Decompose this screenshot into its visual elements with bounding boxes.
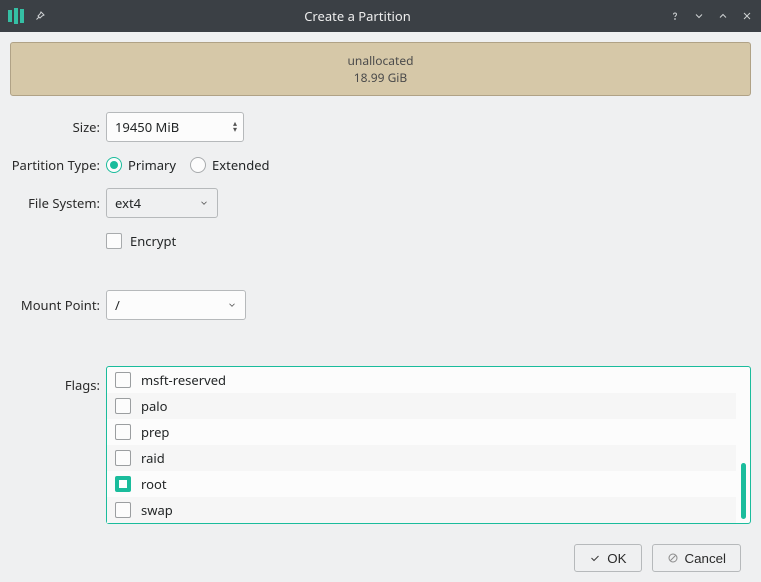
- filesystem-label: File System:: [10, 194, 106, 212]
- disk-bar: unallocated 18.99 GiB: [10, 42, 751, 96]
- checkbox-box-icon: [115, 450, 131, 466]
- primary-radio[interactable]: Primary: [106, 156, 176, 174]
- chevron-up-icon[interactable]: [717, 10, 729, 22]
- chevron-down-icon: [199, 198, 209, 208]
- scrollbar[interactable]: [736, 367, 750, 523]
- size-spinbox[interactable]: 19450 MiB ▴▾: [106, 112, 244, 142]
- radio-dot-icon: [190, 157, 206, 173]
- flag-item-label: root: [141, 475, 167, 493]
- chevron-down-icon: [227, 300, 237, 310]
- filesystem-combo[interactable]: ext4: [106, 188, 218, 218]
- checkbox-box-icon: [115, 398, 131, 414]
- radio-dot-icon: [106, 157, 122, 173]
- encrypt-checkbox[interactable]: Encrypt: [106, 232, 176, 250]
- flag-item-label: prep: [141, 423, 169, 441]
- checkbox-box-icon: [115, 476, 131, 492]
- flag-item-prep[interactable]: prep: [107, 419, 736, 445]
- scrollbar-thumb[interactable]: [741, 463, 746, 519]
- partition-type-label: Partition Type:: [10, 156, 106, 174]
- check-icon: [589, 552, 601, 564]
- flag-item-msft-reserved[interactable]: msft-reserved: [107, 367, 736, 393]
- help-icon[interactable]: [669, 10, 681, 22]
- size-label: Size:: [10, 118, 106, 136]
- flags-panel: msft-reserved palo prep raid root swap: [106, 366, 751, 524]
- flag-item-label: swap: [141, 501, 173, 519]
- spin-arrows-icon[interactable]: ▴▾: [233, 121, 237, 133]
- cancel-icon: [667, 552, 679, 564]
- filesystem-value: ext4: [115, 194, 141, 212]
- checkbox-box-icon: [115, 372, 131, 388]
- extended-radio[interactable]: Extended: [190, 156, 270, 174]
- cancel-button[interactable]: Cancel: [652, 544, 742, 572]
- disk-size: 18.99 GiB: [354, 69, 407, 86]
- mount-point-combo[interactable]: /: [106, 290, 246, 320]
- titlebar: Create a Partition: [0, 0, 761, 32]
- close-icon[interactable]: [741, 10, 753, 22]
- app-logo-icon: [8, 8, 24, 24]
- pin-icon[interactable]: [34, 10, 46, 22]
- checkbox-box-icon: [115, 502, 131, 518]
- flag-item-label: msft-reserved: [141, 371, 226, 389]
- flag-item-raid[interactable]: raid: [107, 445, 736, 471]
- flags-label: Flags:: [10, 366, 106, 394]
- size-value: 19450 MiB: [115, 118, 179, 136]
- flag-item-label: raid: [141, 449, 165, 467]
- disk-label: unallocated: [348, 52, 414, 69]
- mount-point-value: /: [115, 296, 120, 314]
- flags-list[interactable]: msft-reserved palo prep raid root swap: [107, 367, 736, 523]
- flag-item-root[interactable]: root: [107, 471, 736, 497]
- chevron-down-icon[interactable]: [693, 10, 705, 22]
- checkbox-box-icon: [106, 233, 122, 249]
- flag-item-label: palo: [141, 397, 168, 415]
- mount-point-label: Mount Point:: [10, 296, 106, 314]
- flag-item-palo[interactable]: palo: [107, 393, 736, 419]
- window-title: Create a Partition: [46, 7, 669, 25]
- ok-button[interactable]: OK: [574, 544, 641, 572]
- checkbox-box-icon: [115, 424, 131, 440]
- flag-item-swap[interactable]: swap: [107, 497, 736, 523]
